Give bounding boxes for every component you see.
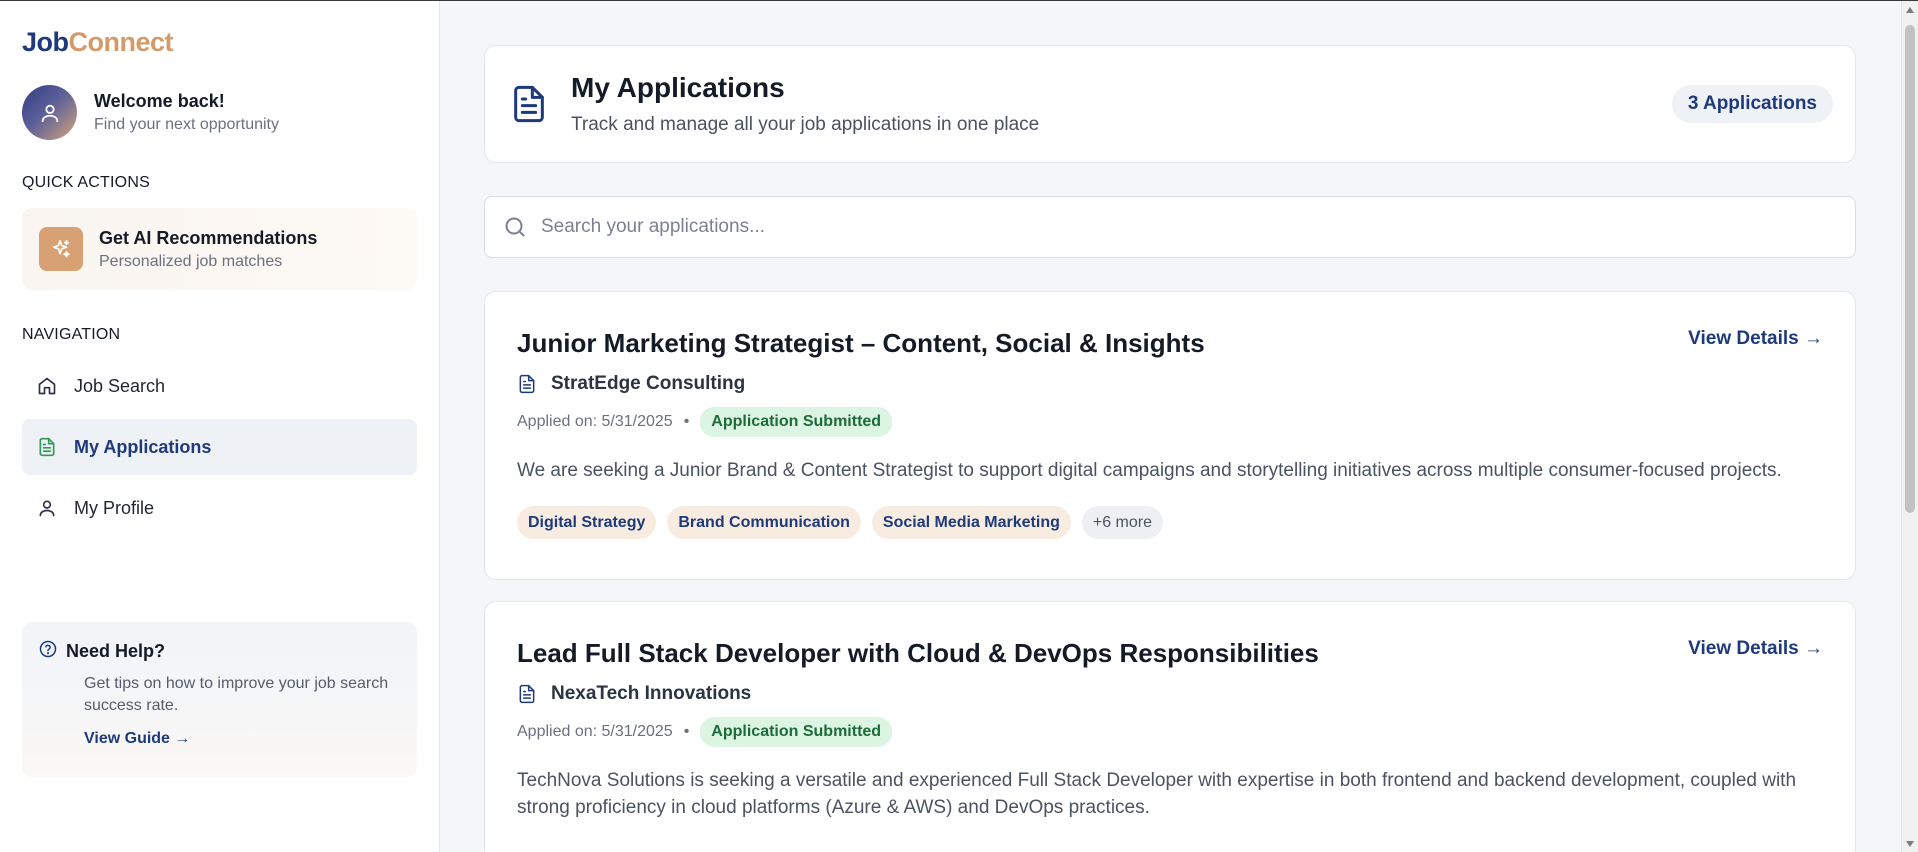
job-title[interactable]: Junior Marketing Strategist – Content, S…: [517, 328, 1823, 359]
navigation-label: NAVIGATION: [22, 326, 121, 343]
view-details-link[interactable]: View Details →: [1688, 328, 1823, 350]
view-details-link[interactable]: View Details →: [1688, 638, 1823, 660]
help-card: Need Help? Get tips on how to improve yo…: [22, 622, 417, 777]
application-card: Lead Full Stack Developer with Cloud & D…: [484, 601, 1856, 852]
logo-job: Job: [22, 27, 69, 57]
job-description: TechNova Solutions is seeking a versatil…: [517, 770, 1797, 818]
status-badge: Application Submitted: [700, 407, 893, 437]
company-name: StratEdge Consulting: [551, 373, 746, 394]
skill-tag: Brand Communication: [667, 506, 861, 539]
status-badge: Application Submitted: [700, 717, 893, 747]
applications-count-badge: 3 Applications: [1671, 85, 1833, 123]
sidebar-nav: Job Search My Applications My Profile: [22, 358, 417, 536]
document-icon: [514, 85, 544, 123]
skill-tag: Digital Strategy: [517, 506, 657, 539]
sidebar-item-my-applications[interactable]: My Applications: [22, 419, 417, 475]
scroll-down-arrow-icon[interactable]: [1906, 841, 1914, 847]
scroll-up-arrow-icon[interactable]: [1906, 7, 1914, 13]
applied-date: Applied on: 5/31/2025: [517, 413, 673, 430]
user-icon: [41, 104, 58, 122]
user-icon: [36, 497, 58, 519]
page-subtitle: Track and manage all your job applicatio…: [571, 114, 1040, 135]
sidebar-item-my-profile[interactable]: My Profile: [22, 480, 417, 536]
job-title[interactable]: Lead Full Stack Developer with Cloud & D…: [517, 638, 1823, 669]
skill-tags: Digital Strategy Brand Communication Soc…: [517, 506, 1823, 539]
sidebar-item-label: My Applications: [74, 436, 212, 457]
search-input[interactable]: [541, 216, 1741, 238]
search-bar: [484, 196, 1856, 258]
help-title: Need Help?: [66, 641, 166, 661]
document-icon: [36, 436, 58, 458]
document-icon: [519, 374, 535, 394]
document-icon: [519, 684, 535, 704]
job-description: We are seeking a Junior Brand & Content …: [517, 460, 1782, 481]
view-guide-link[interactable]: View Guide →: [84, 730, 190, 748]
app-logo[interactable]: JobConnect: [22, 27, 417, 58]
more-tags-badge[interactable]: +6 more: [1081, 506, 1163, 539]
main-content: My Applications Track and manage all you…: [484, 1, 1856, 852]
application-card: Junior Marketing Strategist – Content, S…: [484, 291, 1856, 580]
help-icon: [39, 640, 57, 663]
help-description: Get tips on how to improve your job sear…: [84, 675, 389, 714]
logo-connect: Connect: [68, 27, 174, 57]
quick-actions-label: QUICK ACTIONS: [22, 174, 150, 191]
welcome-title: Welcome back!: [94, 91, 225, 111]
welcome-subtitle: Find your next opportunity: [94, 116, 279, 133]
ai-card-subtitle: Personalized job matches: [99, 252, 283, 270]
company-name: NexaTech Innovations: [551, 683, 752, 704]
page-scrollbar[interactable]: [1901, 1, 1918, 852]
sidebar-item-job-search[interactable]: Job Search: [22, 358, 417, 414]
sidebar-item-label: My Profile: [74, 497, 155, 518]
applied-date: Applied on: 5/31/2025: [517, 723, 673, 740]
welcome-block: Welcome back! Find your next opportunity: [22, 85, 417, 140]
page-title: My Applications: [571, 72, 785, 103]
meta-separator: •: [683, 723, 690, 740]
sidebar-item-label: Job Search: [74, 375, 166, 396]
ai-card-title: Get AI Recommendations: [99, 227, 318, 248]
avatar[interactable]: [22, 85, 77, 140]
scrollbar-thumb[interactable]: [1905, 25, 1915, 513]
skill-tag: Social Media Marketing: [871, 506, 1071, 539]
search-icon: [505, 217, 525, 237]
sparkles-icon: [39, 227, 83, 271]
page-header: My Applications Track and manage all you…: [484, 45, 1856, 163]
home-icon: [36, 375, 58, 397]
sidebar: JobConnect Welcome back! Find your next …: [0, 1, 440, 852]
ai-recommendations-button[interactable]: Get AI Recommendations Personalized job …: [22, 208, 417, 290]
meta-separator: •: [683, 413, 690, 430]
